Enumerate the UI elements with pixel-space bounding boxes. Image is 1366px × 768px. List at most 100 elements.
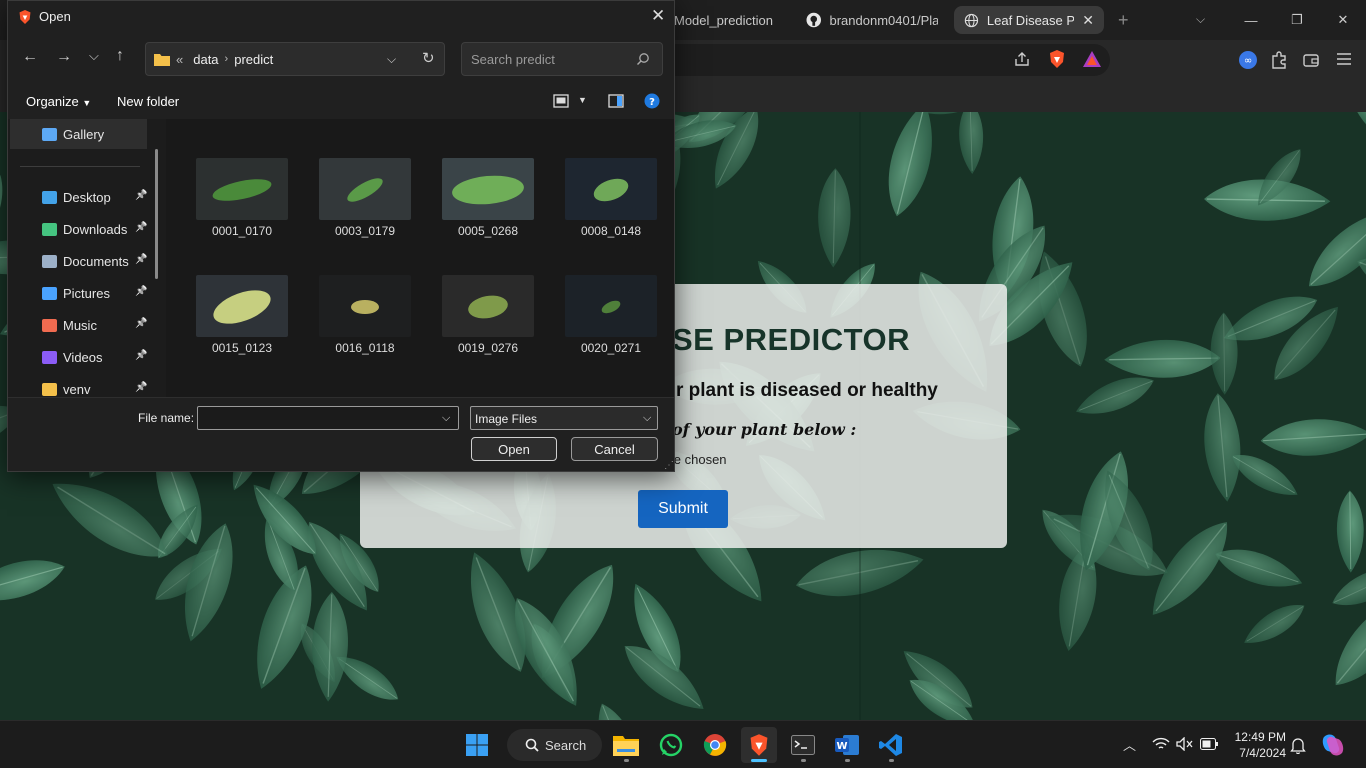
open-file-dialog: Open ✕ ← → ⌵ ↑ « data › predict ⌵ ↻ Sear…	[7, 0, 675, 472]
search-input[interactable]: Search predict	[461, 42, 663, 76]
tab-close-icon[interactable]: ✕	[1082, 12, 1094, 29]
file-type-select[interactable]: Image Files ⌵	[470, 406, 658, 430]
organize-menu[interactable]: Organize ▼	[26, 94, 91, 109]
file-thumbnail[interactable]	[196, 275, 288, 337]
whatsapp-button[interactable]	[653, 727, 689, 763]
sidebar-item-documents[interactable]: Documents 📌	[10, 246, 155, 276]
sidebar-item-venv[interactable]: venv 📌	[10, 374, 155, 397]
battery-icon[interactable]	[1200, 738, 1218, 750]
sidebar-item-videos[interactable]: Videos 📌	[10, 342, 155, 372]
submit-button[interactable]: Submit	[638, 490, 728, 528]
word-button[interactable]: W	[829, 727, 865, 763]
terminal-button[interactable]	[785, 727, 821, 763]
whatsapp-icon	[659, 733, 683, 757]
tab-label: brandonm0401/Plant	[829, 12, 939, 28]
leo-icon[interactable]: ∞	[1238, 50, 1258, 70]
new-tab-button[interactable]: +	[1118, 10, 1129, 31]
file-name-caption[interactable]: 0020_0271	[551, 341, 671, 355]
downloads-icon	[42, 222, 57, 236]
file-name-caption[interactable]: 0016_0118	[305, 341, 425, 355]
view-options-icon[interactable]	[553, 94, 569, 108]
chrome-button[interactable]	[697, 727, 733, 763]
tab-search-chevron-icon[interactable]: ⌵	[1196, 12, 1205, 27]
search-icon[interactable]	[636, 52, 650, 66]
show-hidden-icons-icon[interactable]: ︿	[1123, 735, 1136, 754]
open-button[interactable]: Open	[471, 437, 557, 461]
brave-button[interactable]	[741, 727, 777, 763]
sidebar-item-music[interactable]: Music 📌	[10, 310, 155, 340]
brave-shields-icon[interactable]	[1048, 49, 1066, 69]
dialog-title-bar[interactable]: Open ✕	[8, 1, 674, 33]
notifications-bell-icon[interactable]	[1290, 737, 1306, 754]
sidebar-item-label: Gallery	[63, 126, 105, 142]
tab-github[interactable]: brandonm0401/Plant	[796, 6, 948, 34]
file-name-caption[interactable]: 0003_0179	[305, 224, 425, 238]
sidebar-item-desktop[interactable]: Desktop 📌	[10, 182, 155, 212]
address-bar[interactable]	[664, 44, 1110, 76]
file-name-caption[interactable]: 0015_0123	[182, 341, 302, 355]
pin-icon: 📌	[135, 286, 148, 297]
clock[interactable]: 12:49 PM 7/4/2024	[1226, 729, 1286, 761]
close-window-button[interactable]: ✕	[1320, 0, 1366, 40]
preview-pane-icon[interactable]	[608, 94, 624, 108]
vscode-button[interactable]	[873, 727, 909, 763]
file-status-text: ile chosen	[668, 452, 727, 467]
sidebar-item-gallery[interactable]: Gallery	[10, 119, 147, 149]
file-thumbnail[interactable]	[442, 158, 534, 220]
running-indicator	[889, 759, 894, 762]
wallet-icon[interactable]	[1302, 51, 1320, 69]
sidebar-item-downloads[interactable]: Downloads 📌	[10, 214, 155, 244]
recent-chevron-icon[interactable]: ⌵	[89, 48, 99, 64]
file-thumbnail[interactable]	[565, 158, 657, 220]
navpane-scrollbar[interactable]	[155, 149, 158, 279]
restore-button[interactable]: ❐	[1274, 0, 1320, 40]
breadcrumb-overflow[interactable]: «	[176, 52, 183, 67]
forward-arrow-icon[interactable]: →	[56, 48, 72, 66]
file-thumbnail[interactable]	[319, 275, 411, 337]
new-folder-button[interactable]: New folder	[117, 94, 179, 109]
menu-icon[interactable]	[1336, 52, 1352, 66]
tab-leaf-disease[interactable]: Leaf Disease Pre ✕	[954, 6, 1104, 34]
cancel-button[interactable]: Cancel	[571, 437, 658, 461]
start-button[interactable]	[459, 727, 495, 763]
file-name-caption[interactable]: 0005_0268	[428, 224, 548, 238]
file-name-caption[interactable]: 0019_0276	[428, 341, 548, 355]
dialog-footer: File name: ⌵ Image Files ⌵ Open Cancel ⋰	[8, 397, 674, 471]
breadcrumb-item[interactable]: predict	[234, 52, 273, 67]
refresh-icon[interactable]: ↻	[422, 49, 435, 67]
up-arrow-icon[interactable]: ↑	[116, 47, 124, 65]
file-name-chevron-icon[interactable]: ⌵	[442, 412, 450, 425]
volume-muted-icon[interactable]	[1176, 737, 1194, 751]
brave-rewards-icon[interactable]	[1082, 50, 1102, 68]
breadcrumb-item[interactable]: data	[193, 52, 218, 67]
file-explorer-button[interactable]	[608, 727, 644, 763]
leaf-image	[601, 300, 621, 314]
extensions-icon[interactable]	[1270, 51, 1288, 69]
file-thumbnail[interactable]	[319, 158, 411, 220]
file-thumbnail[interactable]	[196, 158, 288, 220]
address-dropdown-chevron-icon[interactable]: ⌵	[387, 52, 396, 67]
file-name-input[interactable]: ⌵	[197, 406, 459, 430]
view-chevron-icon[interactable]: ▼	[578, 95, 587, 105]
pictures-icon	[42, 286, 57, 300]
help-icon[interactable]: ?	[644, 93, 660, 109]
documents-icon	[42, 254, 57, 268]
copilot-icon[interactable]	[1320, 732, 1346, 758]
tab-model-prediction[interactable]: Model_prediction	[664, 6, 792, 34]
file-name-caption[interactable]: 0008_0148	[551, 224, 671, 238]
back-arrow-icon[interactable]: ←	[22, 48, 38, 66]
sidebar-item-pictures[interactable]: Pictures 📌	[10, 278, 155, 308]
address-breadcrumb[interactable]: « data › predict ⌵ ↻	[145, 42, 445, 76]
file-name-caption[interactable]: 0001_0170	[182, 224, 302, 238]
sidebar-item-label: venv	[63, 381, 91, 397]
taskbar-search[interactable]: Search	[507, 729, 602, 761]
share-icon[interactable]	[1013, 50, 1031, 68]
tab-label: Leaf Disease Pre	[986, 12, 1075, 28]
dialog-close-icon[interactable]: ✕	[651, 6, 665, 26]
active-indicator	[751, 759, 767, 762]
minimize-button[interactable]: —	[1228, 0, 1274, 40]
resize-grip-icon[interactable]: ⋰	[664, 460, 674, 471]
file-thumbnail[interactable]	[442, 275, 534, 337]
wifi-icon[interactable]	[1152, 737, 1170, 751]
file-thumbnail[interactable]	[565, 275, 657, 337]
